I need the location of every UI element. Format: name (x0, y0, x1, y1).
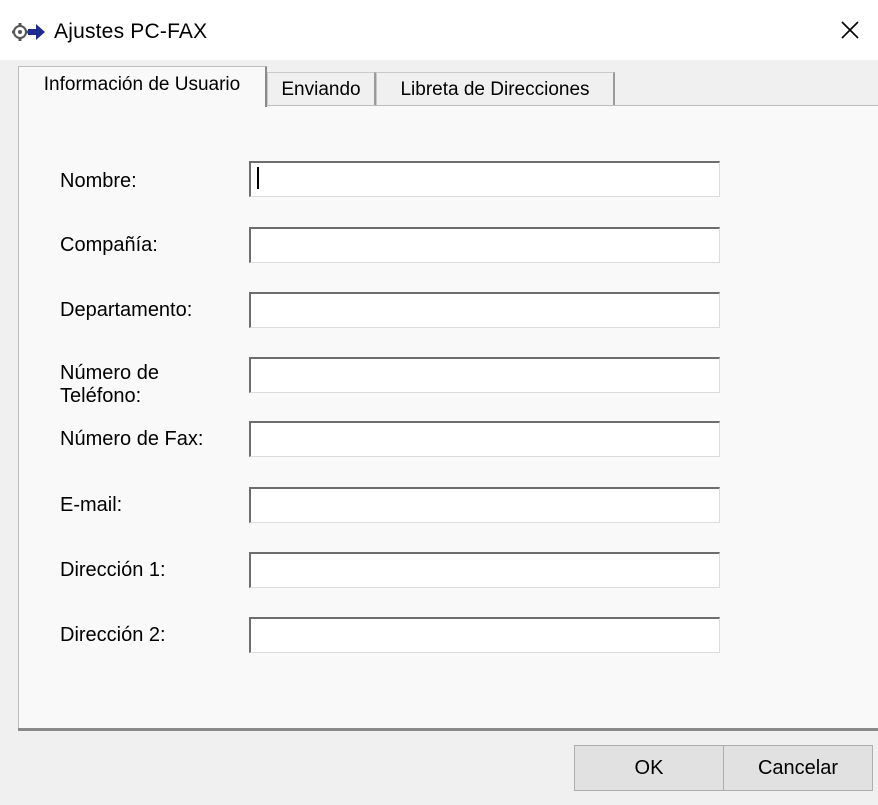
compania-label: Compañía: (60, 234, 158, 256)
numero-de-telefono-label: Número de Teléfono: (60, 362, 159, 408)
numero-de-fax-label: Número de Fax: (60, 428, 204, 450)
title-bar[interactable]: Ajustes PC-FAX (0, 0, 878, 60)
tab-libreta-de-direcciones[interactable]: Libreta de Direcciones (376, 72, 615, 106)
close-icon (840, 20, 860, 45)
email-label: E-mail: (60, 494, 123, 516)
tab-label: Información de Usuario (43, 74, 241, 95)
direccion-2-input[interactable] (249, 617, 720, 653)
tab-label: Enviando (281, 78, 361, 100)
tab-informacion-de-usuario[interactable]: Información de Usuario (18, 66, 267, 107)
tab-enviando[interactable]: Enviando (267, 72, 376, 106)
direccion-1-input[interactable] (249, 552, 720, 588)
fax-settings-icon (12, 20, 46, 44)
panel-divider (18, 728, 878, 731)
numero-de-fax-input[interactable] (249, 421, 720, 457)
compania-input[interactable] (249, 227, 720, 263)
numero-de-telefono-input[interactable] (249, 357, 720, 393)
direccion-1-label: Dirección 1: (60, 559, 166, 581)
window-title: Ajustes PC-FAX (54, 20, 208, 43)
direccion-2-label: Dirección 2: (60, 624, 166, 646)
numero-de-telefono-label-line1: Número de (60, 362, 159, 384)
cancel-button[interactable]: Cancelar (723, 745, 873, 791)
nombre-label: Nombre: (60, 170, 137, 192)
numero-de-telefono-label-line2: Teléfono: (60, 385, 142, 407)
text-caret (257, 167, 259, 189)
email-input[interactable] (249, 487, 720, 523)
nombre-input[interactable] (249, 161, 720, 197)
pc-fax-settings-dialog: Ajustes PC-FAX Información de Usuario En… (0, 0, 878, 805)
ok-button[interactable]: OK (574, 745, 724, 791)
close-button[interactable] (822, 8, 878, 56)
tab-label: Libreta de Direcciones (400, 78, 590, 100)
departamento-input[interactable] (249, 292, 720, 328)
departamento-label: Departamento: (60, 299, 193, 321)
